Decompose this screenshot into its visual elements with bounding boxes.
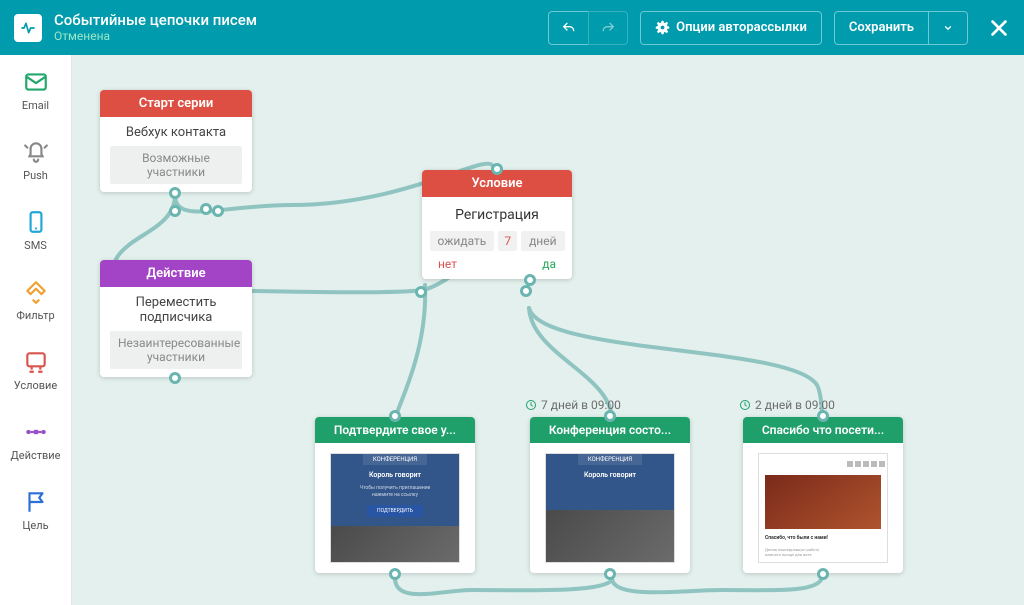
- node-title: Действие: [100, 260, 252, 287]
- sidebar-label: Push: [23, 169, 48, 182]
- connector-dot[interactable]: [169, 372, 181, 384]
- phone-icon: [23, 209, 49, 235]
- clock-icon: [739, 399, 751, 411]
- sidebar-item-goal[interactable]: Цель: [0, 475, 71, 545]
- node-tag: Возможные участники: [110, 146, 242, 184]
- connector-dot[interactable]: [817, 410, 829, 422]
- node-subtitle: Вебхук контакта: [110, 125, 242, 140]
- connector-dot-no[interactable]: [415, 286, 427, 298]
- node-action[interactable]: Действие Переместить подписчика Незаинте…: [100, 260, 252, 377]
- filter-icon: [23, 279, 49, 305]
- save-button[interactable]: Сохранить: [834, 11, 928, 45]
- wait-days: 7: [498, 231, 517, 251]
- sidebar-label: Email: [22, 99, 49, 112]
- node-condition[interactable]: Условие Регистрация ожидать 7 дней нет д…: [422, 170, 572, 279]
- node-title: Старт серии: [100, 90, 252, 117]
- save-dropdown-button[interactable]: [928, 11, 968, 45]
- email-preview: КОНФЕРЕНЦИЯ Король говорит: [530, 443, 690, 573]
- email-preview: КОНФЕРЕНЦИЯ Король говорит Чтобы получит…: [315, 443, 475, 573]
- no-label: нет: [438, 257, 457, 271]
- flag-icon: [23, 489, 49, 515]
- connector-dot[interactable]: [389, 568, 401, 580]
- node-start[interactable]: Старт серии Вебхук контакта Возможные уч…: [100, 90, 252, 192]
- sidebar-label: Фильтр: [16, 309, 54, 322]
- node-email-confirm[interactable]: Подтвердите свое у... КОНФЕРЕНЦИЯ Король…: [315, 417, 475, 573]
- sidebar-item-push[interactable]: Push: [0, 125, 71, 195]
- tool-sidebar: Email Push SMS Фильтр Условие Действие Ц…: [0, 55, 72, 605]
- sidebar-label: Цель: [22, 519, 48, 532]
- node-subtitle: Переместить подписчика: [110, 295, 242, 325]
- gear-icon: [655, 20, 670, 35]
- undo-button[interactable]: [548, 11, 588, 45]
- sidebar-item-action[interactable]: Действие: [0, 405, 71, 475]
- connector-dot[interactable]: [491, 163, 503, 175]
- clock-icon: [525, 399, 537, 411]
- yes-label: да: [542, 257, 556, 271]
- sidebar-item-condition[interactable]: Условие: [0, 335, 71, 405]
- app-logo: [14, 14, 42, 42]
- sidebar-item-sms[interactable]: SMS: [0, 195, 71, 265]
- node-tag: Незаинтересованные участники: [110, 331, 242, 369]
- wait-label: ожидать: [430, 231, 495, 251]
- page-title: Событийные цепочки писем: [54, 11, 257, 29]
- title-block: Событийные цепочки писем Отменена: [54, 11, 257, 43]
- sidebar-label: Условие: [14, 379, 57, 392]
- connector-dot[interactable]: [169, 187, 181, 199]
- connector-dot[interactable]: [604, 568, 616, 580]
- condition-name: Регистрация: [432, 207, 562, 223]
- sidebar-label: Действие: [11, 449, 61, 462]
- email-preview: Спасибо, что были с нами! Делая повседне…: [743, 443, 903, 573]
- bell-icon: [23, 139, 49, 165]
- connector-dot[interactable]: [212, 205, 224, 217]
- options-label: Опции авторассылки: [676, 20, 807, 35]
- yes-no-row: нет да: [432, 257, 562, 271]
- close-button[interactable]: [988, 17, 1010, 39]
- action-icon: [23, 419, 49, 445]
- connector-dot[interactable]: [169, 205, 181, 217]
- status-label: Отменена: [54, 29, 257, 43]
- redo-button[interactable]: [588, 11, 628, 45]
- sidebar-label: SMS: [24, 239, 47, 252]
- connector-dot[interactable]: [389, 410, 401, 422]
- save-group: Сохранить: [834, 11, 968, 45]
- connector-dot[interactable]: [520, 285, 532, 297]
- wait-row: ожидать 7 дней: [432, 231, 562, 251]
- options-button[interactable]: Опции авторассылки: [640, 11, 822, 45]
- wait-unit: дней: [521, 231, 564, 251]
- connector-dot[interactable]: [817, 568, 829, 580]
- node-email-thanks[interactable]: Спасибо что посети... Спасибо, что были …: [743, 417, 903, 573]
- undo-redo-group: [548, 11, 628, 45]
- connector-dot[interactable]: [200, 203, 212, 215]
- sidebar-item-email[interactable]: Email: [0, 55, 71, 125]
- connector-dot[interactable]: [604, 410, 616, 422]
- condition-icon: [23, 349, 49, 375]
- flow-canvas[interactable]: Старт серии Вебхук контакта Возможные уч…: [72, 55, 1024, 605]
- email-icon: [23, 69, 49, 95]
- node-email-conference[interactable]: Конференция состо... КОНФЕРЕНЦИЯ Король …: [530, 417, 690, 573]
- header-bar: Событийные цепочки писем Отменена Опции …: [0, 0, 1024, 55]
- sidebar-item-filter[interactable]: Фильтр: [0, 265, 71, 335]
